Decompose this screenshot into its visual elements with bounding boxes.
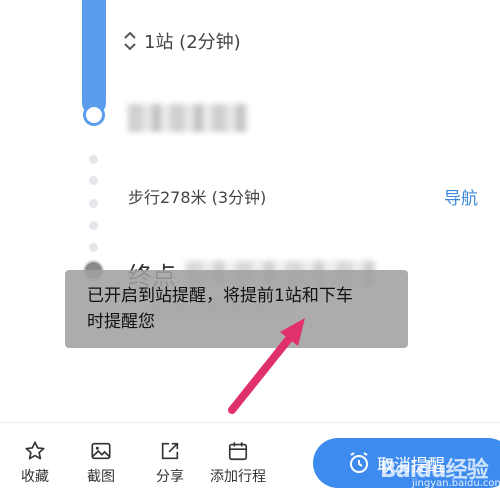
toast-message-line1: 已开启到站提醒，将提前1站和下车 (87, 286, 353, 306)
alarm-clock-icon (350, 452, 368, 473)
route-line (82, 0, 106, 115)
favorite-label: 收藏 (21, 469, 49, 485)
screenshot-label: 截图 (87, 469, 115, 485)
calendar-icon (228, 442, 248, 461)
walk-dot (89, 221, 98, 230)
baidu-watermark-url: jingyan.baidu.com (412, 478, 500, 489)
walk-dot (89, 176, 98, 185)
reminder-toast: 已开启到站提醒，将提前1站和下车 时提醒您 (65, 270, 408, 348)
walk-info-text: 步行278米 (3分钟) (128, 188, 267, 207)
share-button[interactable]: 分享 (140, 440, 200, 486)
stop-count-text: 1站 (2分钟) (144, 32, 241, 53)
add-trip-label: 添加行程 (210, 469, 266, 485)
route-stop-node (83, 104, 105, 126)
expand-updown-icon (124, 31, 136, 51)
add-trip-button[interactable]: 添加行程 (202, 440, 274, 486)
favorite-button[interactable]: 收藏 (5, 440, 65, 486)
screenshot-button[interactable]: 截图 (71, 440, 131, 486)
star-icon (25, 441, 45, 460)
image-icon (91, 442, 111, 460)
walk-dot (89, 199, 98, 208)
toast-message-line2: 时提醒您 (87, 312, 155, 332)
stop-count-row[interactable]: 1站 (2分钟) (122, 26, 241, 56)
share-icon (161, 442, 179, 460)
walk-dot (89, 155, 98, 164)
navigate-link[interactable]: 导航 (444, 184, 478, 209)
station-name-blurred (128, 104, 248, 132)
walk-dot (89, 243, 98, 252)
share-label: 分享 (156, 469, 184, 485)
